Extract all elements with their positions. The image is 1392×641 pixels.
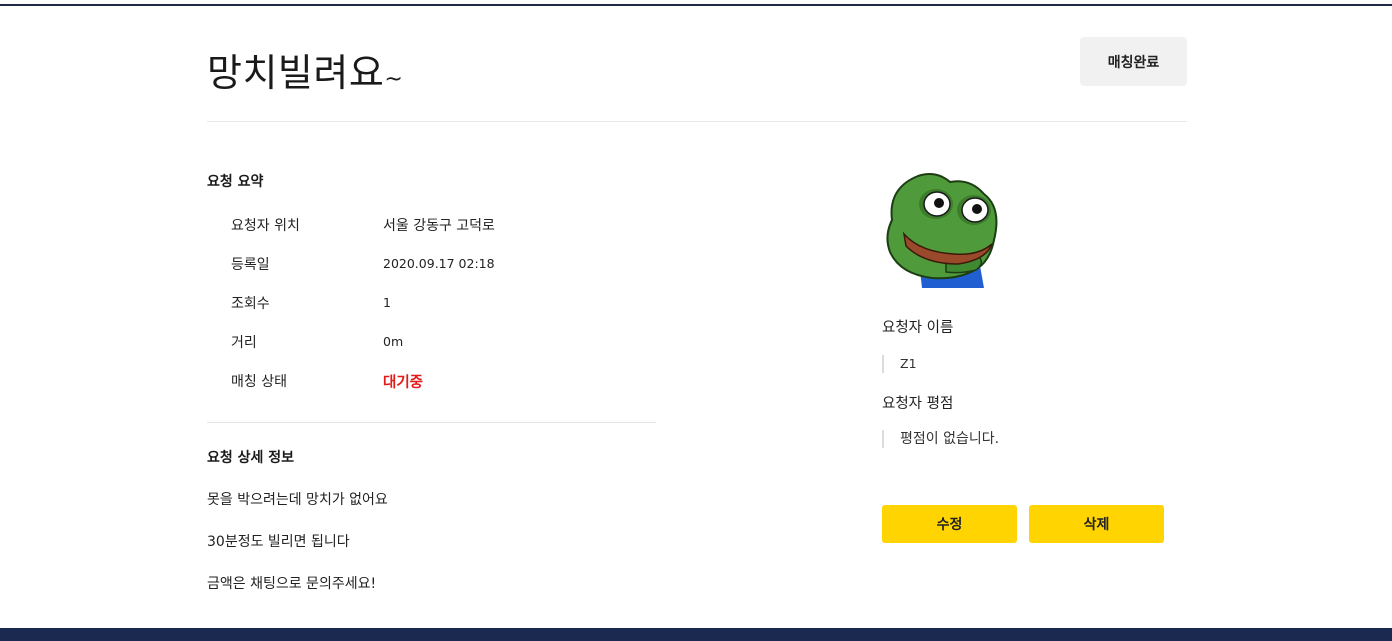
requester-name-value: Z1 [882, 355, 917, 373]
title-suffix: ~ [384, 67, 404, 92]
footer-bar [0, 628, 1392, 641]
header-divider [207, 121, 1187, 122]
edit-button[interactable]: 수정 [882, 505, 1017, 543]
location-value: 서울 강동구 고덕로 [383, 218, 495, 234]
summary-row-status: 매칭 상태 대기중 [231, 371, 651, 391]
page-title: 망치빌려요~ [207, 42, 403, 97]
top-border [0, 4, 1392, 6]
views-value: 1 [383, 295, 391, 310]
title-text: 망치빌려요 [207, 51, 385, 95]
detail-line: 금액은 채팅으로 문의주세요! [207, 576, 377, 592]
summary-row-views: 조회수 1 [231, 293, 651, 313]
summary-row-location: 요청자 위치 서울 강동구 고덕로 [231, 215, 651, 235]
summary-row-distance: 거리 0m [231, 332, 651, 352]
details-section-title: 요청 상세 정보 [207, 450, 295, 466]
requester-rating-label: 요청자 평점 [882, 396, 954, 412]
delete-button[interactable]: 삭제 [1029, 505, 1164, 543]
registered-label: 등록일 [231, 257, 270, 273]
status-label: 매칭 상태 [231, 374, 287, 390]
summary-row-registered: 등록일 2020.09.17 02:18 [231, 254, 651, 274]
section-divider [207, 422, 656, 423]
views-label: 조회수 [231, 296, 270, 312]
registered-value: 2020.09.17 02:18 [383, 256, 495, 271]
summary-section-title: 요청 요약 [207, 174, 264, 190]
pepe-frog-avatar-icon [886, 173, 998, 288]
distance-label: 거리 [231, 335, 257, 351]
status-badge: 대기중 [383, 375, 424, 391]
detail-line: 못을 박으려는데 망치가 없어요 [207, 492, 388, 508]
location-label: 요청자 위치 [231, 218, 300, 234]
requester-rating-value: 평점이 없습니다. [882, 430, 999, 448]
distance-value: 0m [383, 334, 404, 349]
detail-line: 30분정도 빌리면 됩니다 [207, 534, 350, 550]
matching-complete-button[interactable]: 매칭완료 [1080, 37, 1187, 86]
requester-name-label: 요청자 이름 [882, 320, 954, 336]
